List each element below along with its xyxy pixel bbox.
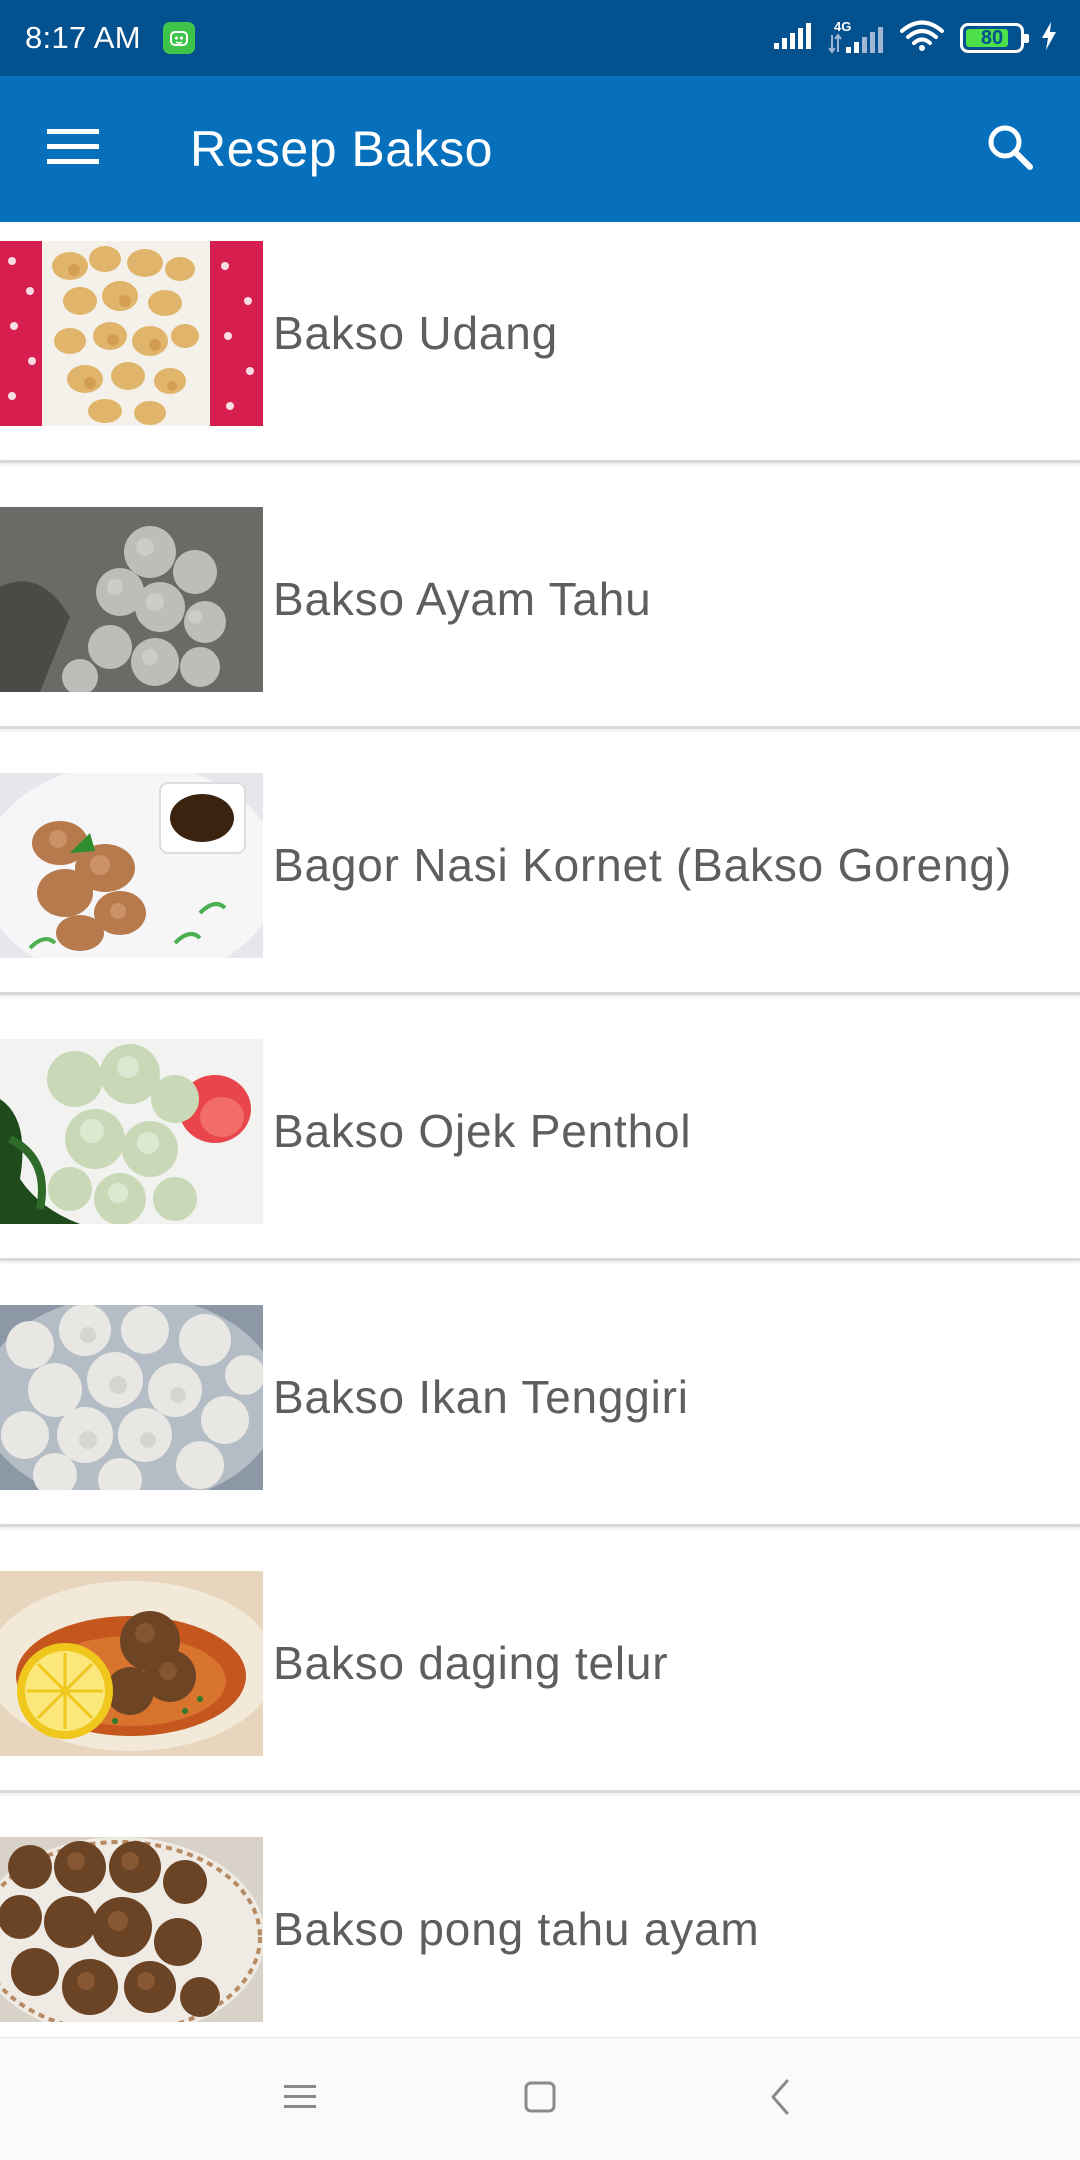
menu-icon (47, 127, 99, 172)
system-navigation-bar (0, 2037, 1080, 2160)
recipe-title: Bakso Udang (273, 307, 558, 359)
recipe-item[interactable]: Bakso Ayam Tahu (0, 472, 1080, 729)
battery-level: 80 (980, 26, 1004, 49)
recipe-title: Bakso daging telur (273, 1637, 669, 1689)
back-button[interactable] (760, 2079, 800, 2119)
back-icon (769, 2079, 791, 2120)
4g-signal-icon: 4G (828, 19, 884, 55)
home-icon (524, 2081, 556, 2118)
battery-cap (1024, 34, 1029, 43)
status-bar: 8:17 AM 4G 80 (0, 0, 1080, 76)
recipe-thumbnail (0, 772, 263, 958)
recipe-title: Bakso pong tahu ayam (273, 1903, 760, 1955)
recents-icon (284, 2083, 316, 2116)
app-bar: Resep Bakso (0, 76, 1080, 222)
recipe-thumbnail (0, 1836, 263, 2022)
recipe-list[interactable]: Bakso Udang Bakso Ayam Tahu Bagor Nasi K… (0, 222, 1080, 2037)
wifi-icon (900, 20, 944, 57)
menu-button[interactable] (0, 76, 146, 222)
recipe-thumbnail (0, 1570, 263, 1756)
battery-icon: 80 (960, 23, 1029, 53)
home-button[interactable] (520, 2079, 560, 2119)
recipe-item[interactable]: Bakso Udang (0, 222, 1080, 463)
search-button[interactable] (940, 76, 1080, 222)
recipe-thumbnail (0, 1304, 263, 1490)
page-title: Resep Bakso (190, 121, 493, 177)
charging-icon (1040, 21, 1058, 56)
signal-icon (772, 22, 812, 55)
recipe-item[interactable]: Bakso Ojek Penthol (0, 1004, 1080, 1261)
recipe-title: Bakso Ikan Tenggiri (273, 1371, 689, 1423)
recipe-title: Bakso Ojek Penthol (273, 1105, 692, 1157)
recipe-item[interactable]: Bakso Ikan Tenggiri (0, 1270, 1080, 1527)
recipe-item[interactable]: Bakso pong tahu ayam (0, 1802, 1080, 2037)
recipe-item[interactable]: Bakso daging telur (0, 1536, 1080, 1793)
status-right: 4G 80 (772, 19, 1058, 57)
status-time: 8:17 AM (25, 20, 141, 55)
status-left: 8:17 AM (25, 20, 195, 56)
recipe-thumbnail (0, 240, 263, 426)
recipe-thumbnail (0, 506, 263, 692)
recipe-thumbnail (0, 1038, 263, 1224)
recipe-title: Bagor Nasi Kornet (Bakso Goreng) (273, 839, 1012, 891)
recipe-item[interactable]: Bagor Nasi Kornet (Bakso Goreng) (0, 738, 1080, 995)
recents-button[interactable] (280, 2079, 320, 2119)
screen: 8:17 AM 4G 80 Resep Bakso Bakso Udang Ba… (0, 0, 1080, 2160)
recipe-title: Bakso Ayam Tahu (273, 573, 652, 625)
search-icon (986, 123, 1034, 176)
android-notification-icon (162, 22, 195, 54)
